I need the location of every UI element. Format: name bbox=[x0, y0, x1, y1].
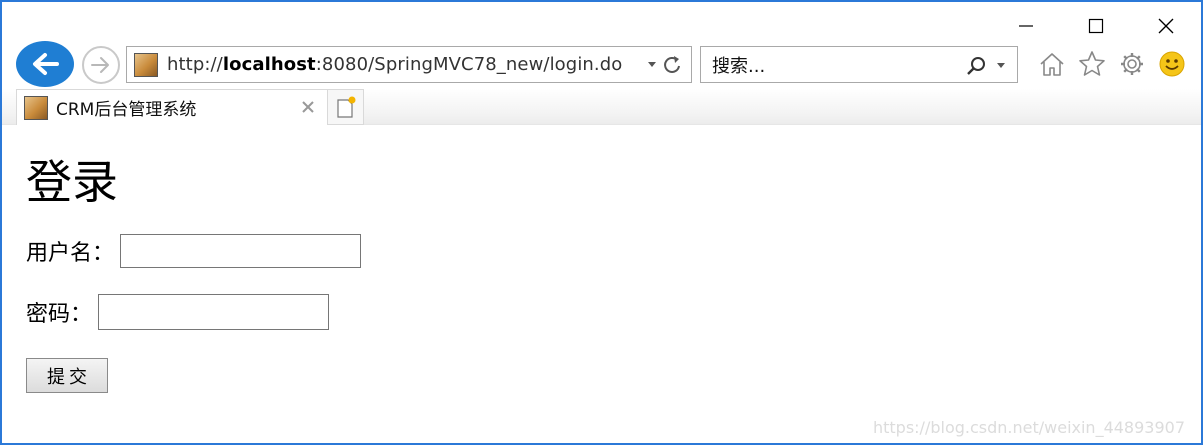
forward-arrow-icon bbox=[91, 57, 109, 73]
search-dropdown-icon[interactable] bbox=[996, 62, 1006, 70]
favorites-star-icon bbox=[1079, 51, 1105, 76]
address-bar[interactable]: http://localhost:8080/SpringMVC78_new/lo… bbox=[126, 46, 692, 83]
search-icon[interactable] bbox=[965, 55, 987, 77]
page-content: 登录 用户名： 密码： 提交 bbox=[26, 152, 362, 393]
url-host: localhost bbox=[222, 54, 316, 75]
forward-button[interactable] bbox=[82, 46, 120, 84]
browser-window: http://localhost:8080/SpringMVC78_new/lo… bbox=[0, 0, 1203, 445]
close-icon bbox=[1158, 18, 1174, 34]
watermark: https://blog.csdn.net/weixin_44893907 bbox=[872, 418, 1185, 437]
minimize-button[interactable] bbox=[991, 10, 1061, 42]
window-controls bbox=[991, 10, 1201, 44]
maximize-button[interactable] bbox=[1061, 10, 1131, 42]
tab-strip: CRM后台管理系统 bbox=[2, 89, 1201, 125]
username-label: 用户名： bbox=[26, 241, 115, 266]
feedback-button[interactable] bbox=[1156, 48, 1188, 80]
address-url[interactable]: http://localhost:8080/SpringMVC78_new/lo… bbox=[167, 54, 622, 75]
back-arrow-icon bbox=[33, 53, 59, 75]
new-tab-icon bbox=[336, 96, 355, 118]
site-favicon-icon bbox=[134, 52, 158, 77]
feedback-smiley-icon bbox=[1159, 51, 1185, 77]
close-button[interactable] bbox=[1131, 10, 1201, 42]
address-dropdown-icon[interactable] bbox=[647, 61, 657, 69]
tab-title: CRM后台管理系统 bbox=[56, 100, 197, 120]
back-button[interactable] bbox=[16, 41, 74, 87]
username-input[interactable] bbox=[120, 234, 362, 268]
toolbar-icons bbox=[1036, 48, 1188, 80]
password-input[interactable] bbox=[98, 294, 330, 330]
maximize-icon bbox=[1088, 18, 1104, 34]
username-row: 用户名： bbox=[26, 234, 362, 268]
page-title: 登录 bbox=[26, 155, 118, 209]
settings-gear-icon bbox=[1121, 53, 1143, 75]
tab-favicon-icon bbox=[24, 95, 48, 120]
tab-close-icon[interactable] bbox=[299, 98, 317, 116]
password-label: 密码： bbox=[26, 302, 93, 327]
search-input[interactable]: 搜索... bbox=[712, 52, 765, 78]
submit-button[interactable]: 提交 bbox=[26, 358, 108, 393]
settings-button[interactable] bbox=[1116, 48, 1148, 80]
new-tab-button[interactable] bbox=[328, 89, 364, 125]
favorites-button[interactable] bbox=[1076, 48, 1108, 80]
search-box[interactable]: 搜索... bbox=[700, 46, 1018, 83]
url-path: :8080/SpringMVC78_new/login.do bbox=[315, 54, 623, 75]
url-prefix: http:// bbox=[167, 54, 223, 75]
tab-crm[interactable]: CRM后台管理系统 bbox=[16, 89, 328, 125]
minimize-icon bbox=[1019, 25, 1033, 27]
refresh-icon[interactable] bbox=[662, 54, 682, 76]
home-icon bbox=[1040, 53, 1064, 76]
home-button[interactable] bbox=[1036, 48, 1068, 80]
password-row: 密码： bbox=[26, 294, 361, 330]
